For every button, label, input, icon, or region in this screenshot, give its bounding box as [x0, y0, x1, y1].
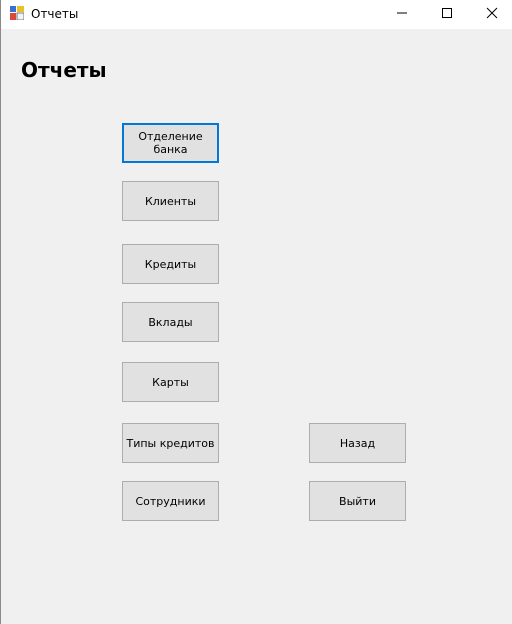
close-button[interactable]	[469, 0, 512, 29]
reports-window: Отчеты Отчеты Отделение банка Клиенты Кр…	[0, 0, 512, 624]
deposits-button[interactable]: Вклады	[122, 302, 219, 342]
credit-types-button[interactable]: Типы кредитов	[122, 423, 219, 463]
exit-button[interactable]: Выйти	[309, 481, 406, 521]
minimize-button[interactable]	[379, 0, 424, 29]
minimize-icon	[396, 6, 408, 24]
credits-button[interactable]: Кредиты	[122, 244, 219, 284]
cards-button[interactable]: Карты	[122, 362, 219, 402]
close-icon	[486, 6, 498, 24]
clients-button[interactable]: Клиенты	[122, 181, 219, 221]
maximize-icon	[441, 6, 453, 24]
window-title: Отчеты	[31, 7, 79, 21]
employees-button[interactable]: Сотрудники	[122, 481, 219, 521]
app-icon	[10, 6, 25, 21]
back-button[interactable]: Назад	[309, 423, 406, 463]
page-title: Отчеты	[21, 58, 107, 82]
bank-branch-button[interactable]: Отделение банка	[122, 123, 219, 163]
maximize-button[interactable]	[424, 0, 469, 29]
title-bar[interactable]: Отчеты	[1, 0, 512, 29]
